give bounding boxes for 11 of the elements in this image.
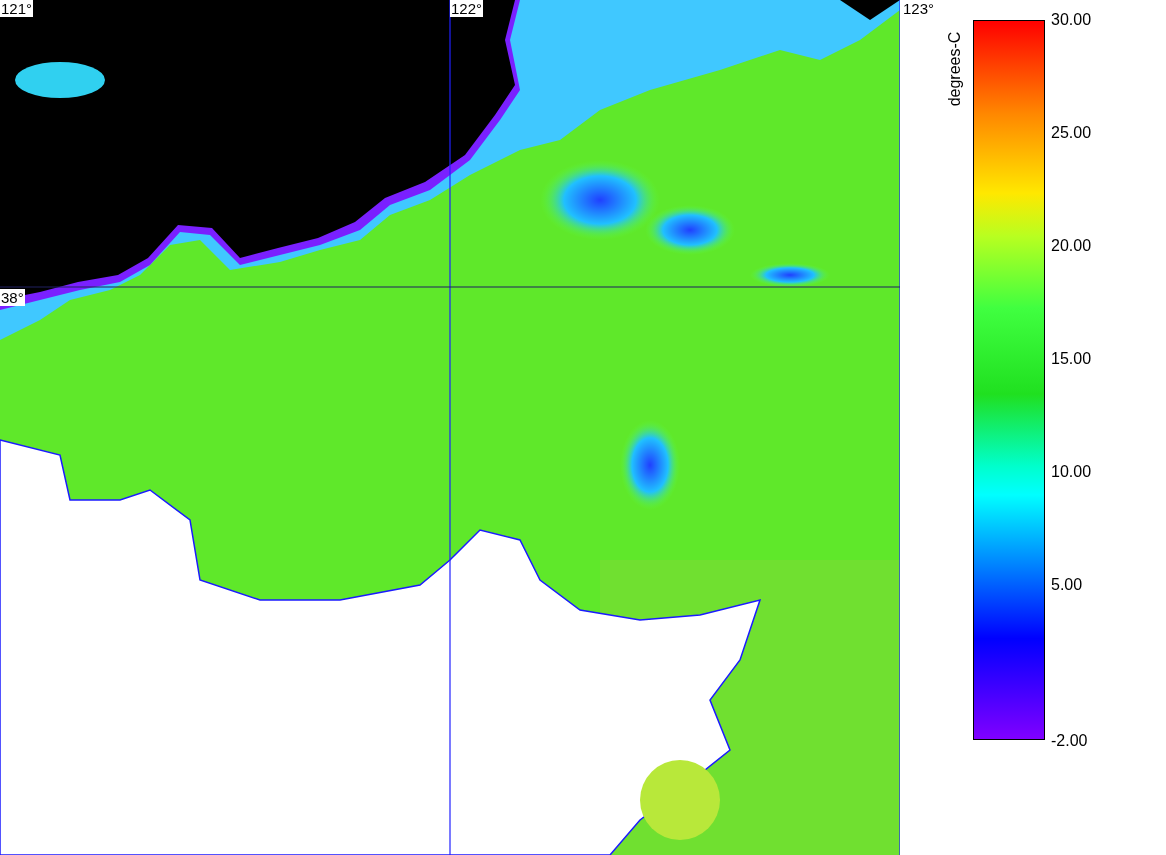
colorbar-tick-label: 10.00 [1051, 462, 1092, 482]
colorbar-title: degrees-C [946, 30, 964, 109]
colorbar-tick-label: 15.00 [1051, 349, 1092, 369]
latitude-label: 38° [0, 289, 25, 306]
longitude-label: 121° [0, 0, 34, 17]
colorbar-tick-label: 25.00 [1051, 123, 1092, 143]
colorbar-tick-label: 20.00 [1051, 236, 1092, 256]
colorbar-tick-label: 5.00 [1051, 575, 1084, 595]
colorbar-tick-label: 30.00 [1051, 10, 1092, 30]
longitude-label: 122° [450, 0, 484, 17]
colorbar-tick-label: -2.00 [1051, 731, 1089, 751]
